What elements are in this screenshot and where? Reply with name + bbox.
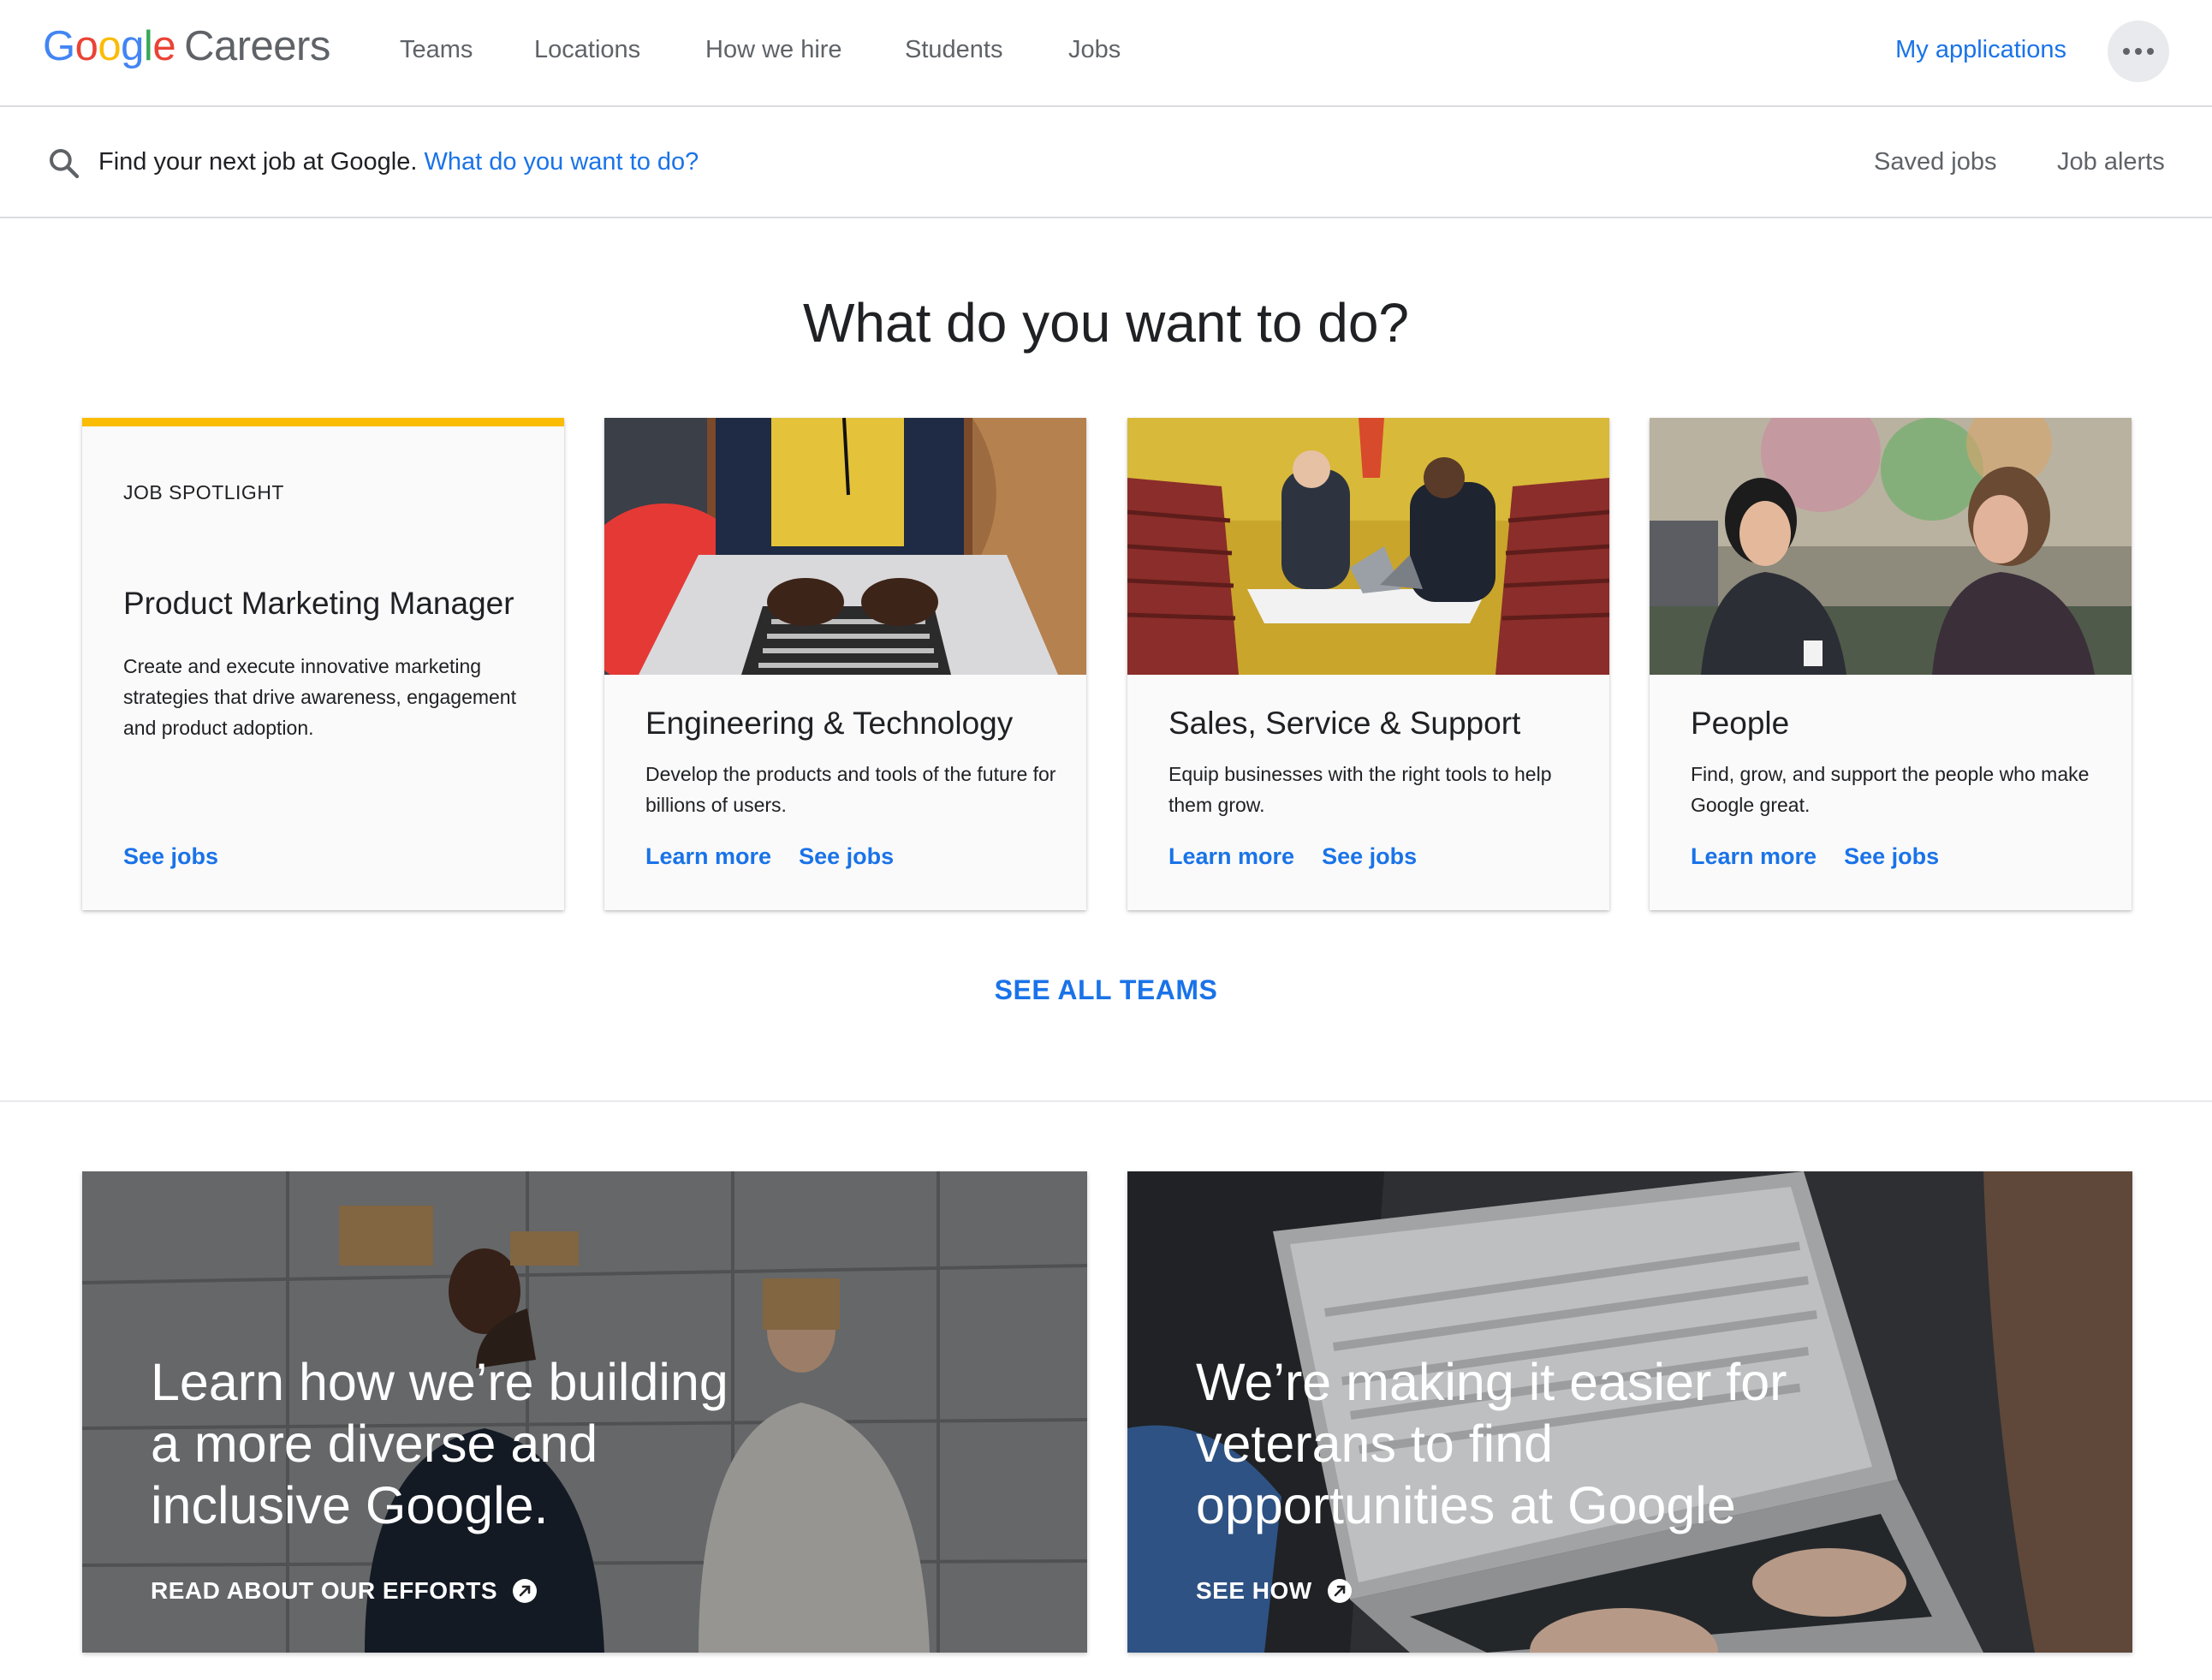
spotlight-title[interactable]: Product Marketing Manager xyxy=(123,586,514,622)
nav-how-we-hire[interactable]: How we hire xyxy=(705,36,842,64)
site-header: Google Careers Teams Locations How we hir… xyxy=(0,0,2212,107)
job-spotlight-card[interactable]: JOB SPOTLIGHT Product Marketing Manager … xyxy=(82,418,564,910)
arrow-circle-icon xyxy=(1327,1579,1352,1603)
diversity-banner[interactable]: Learn how we’re building a more diverse … xyxy=(82,1171,1087,1653)
card-title-people[interactable]: People xyxy=(1691,706,1789,742)
engineering-see-jobs-link[interactable]: See jobs xyxy=(799,843,894,869)
more-horiz-icon xyxy=(2123,48,2130,55)
search-lead-text: Find your next job at Google. xyxy=(98,148,418,176)
card-description-sales: Equip businesses with the right tools to… xyxy=(1168,763,1552,816)
diversity-headline: Learn how we’re building a more diverse … xyxy=(151,1353,728,1534)
people-photo xyxy=(1650,418,2132,675)
sales-learn-more-link[interactable]: Learn more xyxy=(1168,843,1294,869)
job-search-bar[interactable]: Find your next job at Google. What do yo… xyxy=(0,107,2212,218)
search-input[interactable]: Find your next job at Google. What do yo… xyxy=(98,148,699,176)
team-card-people[interactable]: People Find, grow, and support the peopl… xyxy=(1650,418,2132,910)
engineering-photo xyxy=(604,418,1086,675)
team-card-engineering[interactable]: Engineering & Technology Develop the pro… xyxy=(604,418,1086,910)
see-how-link[interactable]: SEE HOW xyxy=(1196,1577,1352,1605)
google-careers-logo[interactable]: Google Careers xyxy=(43,22,330,70)
section-divider xyxy=(0,1100,2212,1102)
nav-students[interactable]: Students xyxy=(905,36,1002,64)
spotlight-see-jobs-link[interactable]: See jobs xyxy=(123,843,218,869)
saved-jobs-link[interactable]: Saved jobs xyxy=(1874,148,1997,176)
team-card-sales[interactable]: Sales, Service & Support Equip businesse… xyxy=(1127,418,1609,910)
arrow-circle-icon xyxy=(513,1579,538,1603)
engineering-learn-more-link[interactable]: Learn more xyxy=(645,843,771,869)
spotlight-accent-bar xyxy=(82,418,564,426)
spotlight-description: Create and execute innovative marketing … xyxy=(123,655,516,739)
nav-jobs[interactable]: Jobs xyxy=(1068,36,1121,64)
my-applications-link[interactable]: My applications xyxy=(1895,36,2066,64)
more-options-button[interactable] xyxy=(2108,21,2169,82)
nav-locations[interactable]: Locations xyxy=(534,36,640,64)
veterans-headline: We’re making it easier for veterans to f… xyxy=(1196,1353,1787,1534)
job-alerts-link[interactable]: Job alerts xyxy=(2057,148,2165,176)
search-icon xyxy=(49,149,80,179)
diversity-cta-label: READ ABOUT OUR EFFORTS xyxy=(151,1577,498,1604)
sales-see-jobs-link[interactable]: See jobs xyxy=(1322,843,1417,869)
nav-teams[interactable]: Teams xyxy=(400,36,473,64)
veterans-banner[interactable]: We’re making it easier for veterans to f… xyxy=(1127,1171,2132,1653)
page-title: What do you want to do? xyxy=(803,292,1409,354)
veterans-cta-label: SEE HOW xyxy=(1196,1577,1312,1604)
spotlight-eyebrow: JOB SPOTLIGHT xyxy=(123,481,284,503)
card-title-engineering[interactable]: Engineering & Technology xyxy=(645,706,1013,742)
read-about-our-efforts-link[interactable]: READ ABOUT OUR EFFORTS xyxy=(151,1577,538,1605)
search-placeholder: What do you want to do? xyxy=(424,148,699,176)
sales-photo xyxy=(1127,418,1609,675)
card-title-sales[interactable]: Sales, Service & Support xyxy=(1168,706,1520,742)
people-learn-more-link[interactable]: Learn more xyxy=(1691,843,1817,869)
see-all-teams-link[interactable]: SEE ALL TEAMS xyxy=(0,974,2212,1006)
card-description-engineering: Develop the products and tools of the fu… xyxy=(645,763,1056,816)
people-see-jobs-link[interactable]: See jobs xyxy=(1844,843,1939,869)
card-description-people: Find, grow, and support the people who m… xyxy=(1691,763,2090,816)
